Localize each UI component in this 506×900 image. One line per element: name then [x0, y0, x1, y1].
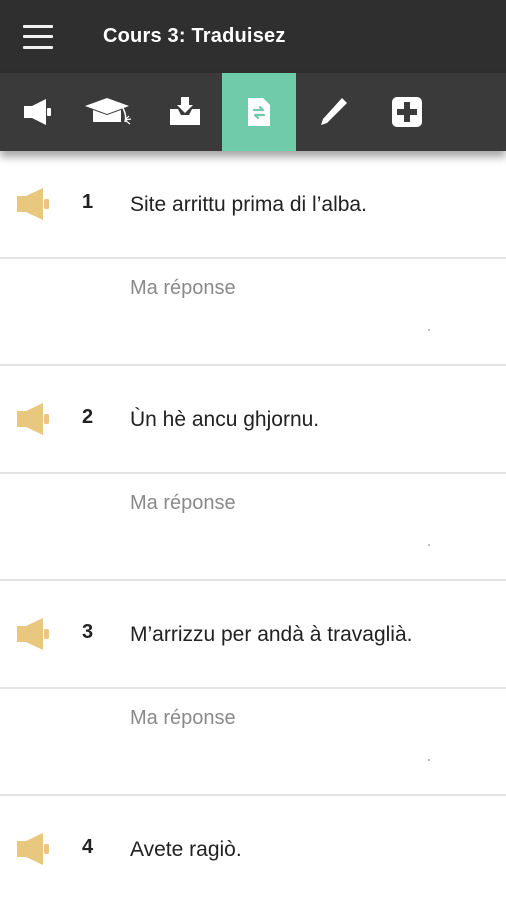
inbox-icon [170, 97, 200, 125]
answer-row [0, 259, 506, 366]
menu-line [23, 35, 53, 38]
exercise-sentence: Ùn hè ancu ghjornu. [130, 408, 320, 431]
megaphone-icon [24, 99, 51, 125]
exercise-number: 4 [82, 836, 94, 858]
exercise-prompt-row: 1 Site arrittu prima di l’alba. [0, 151, 506, 259]
tab-translate[interactable] [222, 73, 296, 151]
exercise-sentence: Site arrittu prima di l’alba. [130, 193, 367, 216]
pencil-icon [321, 98, 347, 125]
exercise-list: 1 Site arrittu prima di l’alba. 2 Ùn hè … [0, 151, 506, 900]
section-toolbar [0, 73, 506, 151]
menu-line [23, 45, 53, 49]
speaker-icon[interactable] [13, 402, 51, 436]
speaker-icon[interactable] [13, 187, 51, 221]
speaker-icon[interactable] [13, 617, 51, 651]
exercise-sentence: Avete ragiò. [130, 838, 242, 861]
answer-input[interactable] [130, 271, 430, 305]
exercise-prompt-row: 3 M’arrizzu per andà à travaglià. [0, 581, 506, 689]
app-bar: Cours 3: Traduisez [0, 0, 506, 73]
speaker-icon[interactable] [13, 832, 51, 866]
answer-row [0, 689, 506, 796]
plus-box-icon [392, 97, 422, 127]
hamburger-menu-button[interactable] [23, 24, 53, 49]
exercise-prompt-row: 4 Avete ragiò. [0, 796, 506, 900]
exercise-prompt-row: 2 Ùn hè ancu ghjornu. [0, 366, 506, 474]
exercise-sentence: M’arrizzu per andà à travaglià. [130, 623, 413, 646]
menu-line [23, 24, 53, 28]
tab-inbox[interactable] [148, 73, 222, 151]
exercise-number: 3 [82, 621, 94, 643]
answer-row [0, 474, 506, 581]
input-underline [428, 544, 430, 546]
exercise-number: 2 [82, 406, 94, 428]
tab-listen[interactable] [0, 73, 74, 151]
tab-more[interactable] [370, 73, 444, 151]
page-title: Cours 3: Traduisez [103, 25, 286, 47]
answer-input[interactable] [130, 486, 430, 520]
translate-document-icon [248, 98, 270, 126]
tab-write[interactable] [296, 73, 370, 151]
exercise-number: 1 [82, 191, 94, 213]
input-underline [428, 329, 430, 331]
input-underline [428, 759, 430, 761]
tab-lesson[interactable] [74, 73, 148, 151]
graduation-cap-icon [85, 98, 132, 125]
answer-input[interactable] [130, 701, 430, 735]
